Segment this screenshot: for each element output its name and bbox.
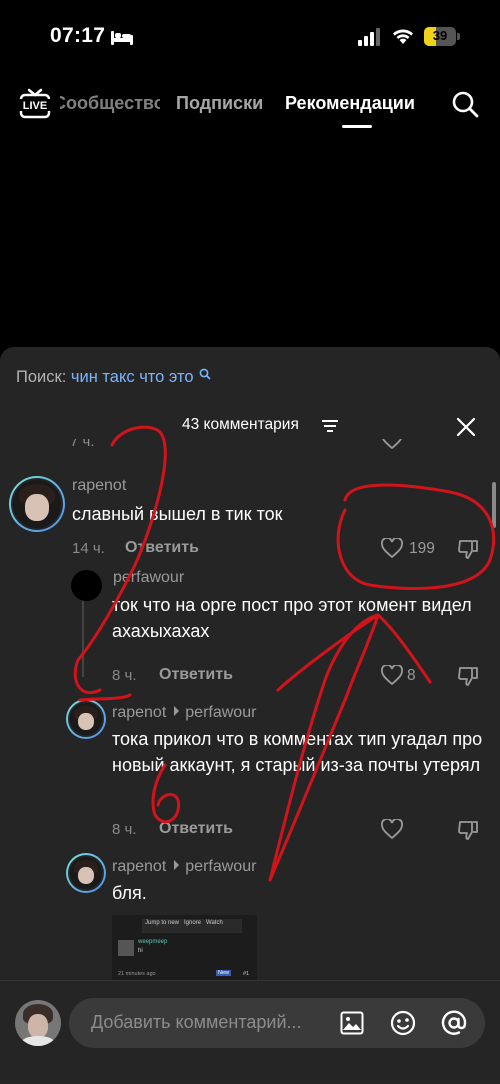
reply-to-username[interactable]: perfawour: [185, 704, 256, 721]
tab-subscriptions[interactable]: Подписки: [176, 93, 263, 114]
comment-input-placeholder: Добавить комментарий...: [91, 1012, 302, 1032]
sort-filter-icon[interactable]: [322, 419, 338, 433]
reply-to-username[interactable]: perfawour: [185, 858, 256, 875]
comment-text: бля.: [112, 883, 147, 903]
previous-comment-time: 7 ч.: [70, 439, 95, 450]
image-icon[interactable]: [340, 1011, 364, 1035]
top-nav: LIVE Сообщество Подписки Рекомендации: [0, 80, 500, 130]
reply-button[interactable]: Ответить: [159, 820, 233, 838]
tab-recommendations[interactable]: Рекомендации: [285, 93, 415, 114]
comment-text: тока прикол что в комментах тип угадал п…: [112, 729, 483, 775]
comment-username[interactable]: rapenot: [112, 704, 166, 721]
embed-number: #1: [243, 971, 250, 977]
bed-icon: [111, 31, 133, 45]
previous-comment-heart-icon[interactable]: [381, 439, 403, 449]
cellular-signal-icon: [358, 28, 380, 46]
embed-badge: New: [216, 970, 232, 976]
close-icon[interactable]: [456, 417, 476, 437]
comment-time: 14 ч.: [72, 540, 105, 557]
comment-text: ток что на орге пост про этот комент вид…: [112, 595, 472, 641]
avatar[interactable]: [66, 853, 106, 893]
avatar[interactable]: [9, 476, 65, 532]
related-search[interactable]: Поиск: чин такс что это: [16, 368, 211, 387]
comment-input[interactable]: Добавить комментарий...: [69, 998, 485, 1048]
comment-text: славный вышел в тик ток: [72, 504, 283, 524]
comments-list[interactable]: 7 ч. rapenot славный вышел в тик ток 14 …: [0, 439, 500, 989]
comment-image[interactable]: Jump to new Ignore Watch weepmeep hi 21 …: [112, 915, 257, 983]
heart-icon[interactable]: [381, 538, 403, 558]
heart-icon[interactable]: [381, 819, 403, 839]
embed-time: 21 minutes ago: [118, 971, 156, 977]
like-count: 8: [407, 667, 416, 684]
comment-time: 8 ч.: [112, 667, 137, 684]
avatar[interactable]: [66, 699, 106, 739]
comment-input-bar: Добавить комментарий...: [0, 980, 500, 1084]
embed-button-jump: Jump to new: [145, 920, 180, 926]
like-count: 199: [409, 540, 435, 557]
mention-icon[interactable]: [441, 1010, 467, 1036]
reply-arrow-icon: [174, 860, 180, 870]
dislike-icon[interactable]: [457, 538, 479, 560]
embed-button-watch: Watch: [206, 920, 223, 926]
search-query-link[interactable]: чин такс что это: [71, 368, 194, 386]
reply-header: rapenot perfawour: [112, 704, 256, 722]
tab-community[interactable]: Сообщество: [60, 93, 160, 114]
comment-username[interactable]: perfawour: [113, 569, 184, 587]
embed-button-ignore: Ignore: [184, 920, 202, 926]
heart-icon[interactable]: [381, 665, 403, 685]
comments-sheet: Поиск: чин такс что это 43 комментария 7…: [0, 347, 500, 1084]
comment-count: 43 комментария: [182, 416, 299, 433]
clock: 07:17: [50, 24, 106, 47]
comment-username[interactable]: rapenot: [112, 858, 166, 875]
emoji-icon[interactable]: [390, 1010, 416, 1036]
search-icon[interactable]: [451, 90, 479, 118]
scrollbar[interactable]: [492, 482, 496, 528]
comment-time: 8 ч.: [112, 821, 137, 838]
embed-text: hi: [138, 948, 143, 954]
reply-button[interactable]: Ответить: [125, 539, 199, 557]
search-label: Поиск:: [16, 368, 67, 386]
embed-avatar: [118, 940, 134, 956]
battery-indicator: 39: [424, 27, 460, 46]
reply-arrow-icon: [174, 706, 180, 716]
reply-header: rapenot perfawour: [112, 858, 256, 876]
my-avatar[interactable]: [15, 1000, 61, 1046]
reply-button[interactable]: Ответить: [159, 666, 233, 684]
live-icon[interactable]: LIVE: [19, 88, 51, 120]
embed-username: weepmeep: [138, 939, 168, 945]
active-tab-indicator: [342, 125, 372, 128]
dislike-icon[interactable]: [457, 819, 479, 841]
dislike-icon[interactable]: [457, 665, 479, 687]
comment-username[interactable]: rapenot: [72, 477, 126, 495]
avatar[interactable]: [71, 570, 102, 601]
svg-text:LIVE: LIVE: [23, 100, 47, 112]
wifi-icon: [393, 29, 413, 44]
search-query-icon: [199, 368, 211, 380]
status-bar: 07:17 39: [0, 0, 500, 70]
